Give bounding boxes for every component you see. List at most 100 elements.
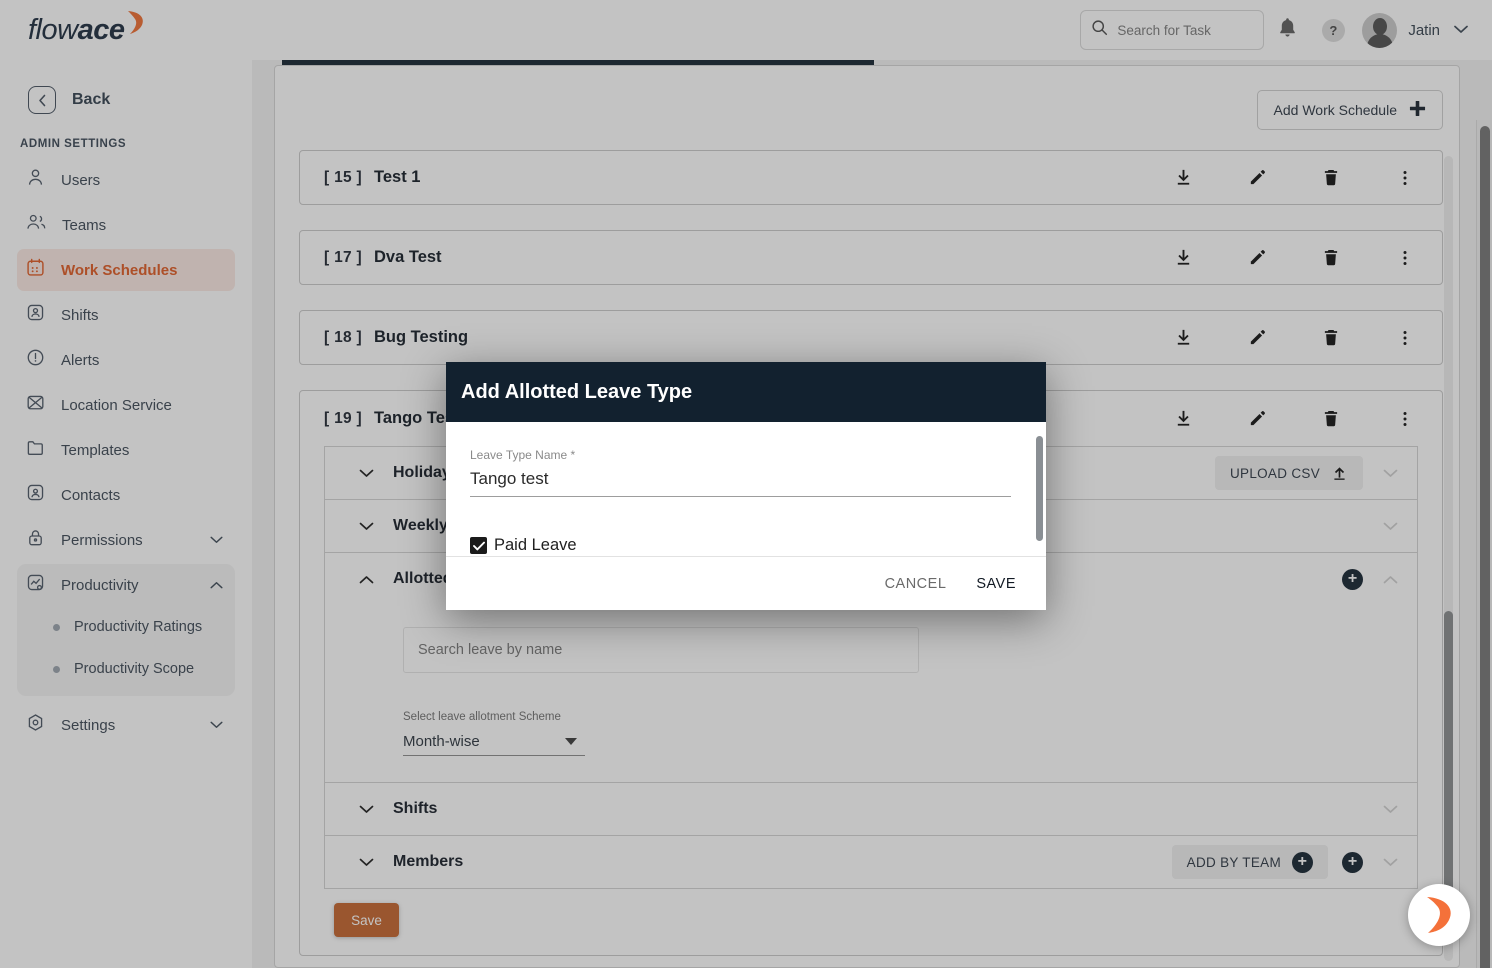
app-logo[interactable]: flowace [0, 9, 252, 51]
sidebar-item-location-service[interactable]: Location Service [17, 384, 235, 426]
upload-csv-button[interactable]: UPLOAD CSV [1214, 456, 1363, 490]
edit-icon[interactable] [1220, 248, 1294, 267]
delete-icon[interactable] [1294, 168, 1368, 187]
productivity-icon [26, 573, 45, 597]
delete-icon[interactable] [1294, 409, 1368, 428]
lock-icon [26, 528, 45, 552]
sidebar-item-settings[interactable]: Settings [17, 704, 235, 746]
chevron-down-icon[interactable] [210, 716, 223, 734]
chevron-down-icon [359, 469, 385, 478]
calendar-icon [26, 258, 45, 282]
leave-type-name-input[interactable] [470, 469, 1011, 497]
search-icon [1091, 19, 1108, 41]
sidebar-item-label: Permissions [61, 531, 143, 549]
row-actions [1146, 248, 1442, 268]
edit-icon[interactable] [1220, 168, 1294, 187]
download-icon[interactable] [1146, 168, 1220, 187]
add-member-button[interactable]: + [1342, 851, 1363, 873]
accordion-header[interactable]: Shifts [325, 783, 1417, 835]
upload-icon [1331, 463, 1348, 483]
accordion-actions: UPLOAD CSV [1214, 456, 1403, 490]
sidebar-subitem-label: Productivity Ratings [74, 619, 203, 635]
download-icon[interactable] [1146, 328, 1220, 347]
more-icon[interactable] [1368, 168, 1442, 188]
sidebar-item-label: Shifts [61, 306, 99, 324]
save-button[interactable]: Save [334, 903, 399, 937]
page-scrollbar-thumb[interactable] [1480, 126, 1490, 968]
table-row[interactable]: [ 15 ] Test 1 [299, 150, 1443, 205]
sidebar-item-productivity-scope[interactable]: Productivity Scope [17, 648, 235, 690]
users-icon [26, 213, 46, 237]
chevron-down-icon[interactable] [1377, 805, 1403, 814]
delete-icon[interactable] [1294, 248, 1368, 267]
chevron-down-icon [359, 805, 385, 814]
accordion-actions: + [1342, 568, 1403, 590]
sidebar-item-teams[interactable]: Teams [17, 204, 235, 246]
paid-leave-checkbox[interactable] [470, 537, 487, 554]
dropdown-arrow-icon [565, 733, 577, 751]
sidebar-item-work-schedules[interactable]: Work Schedules [17, 249, 235, 291]
add-work-schedule-button[interactable]: Add Work Schedule [1256, 90, 1443, 130]
chevron-down-icon[interactable] [210, 531, 223, 549]
download-icon[interactable] [1146, 409, 1220, 428]
chevron-up-icon[interactable] [210, 576, 223, 594]
search-input[interactable] [1117, 22, 1248, 38]
edit-icon[interactable] [1220, 409, 1294, 428]
paid-leave-row[interactable]: Paid Leave [470, 536, 1018, 555]
scheme-select[interactable]: Month-wise [403, 728, 585, 756]
sidebar-item-templates[interactable]: Templates [17, 429, 235, 471]
page-scrollbar-track[interactable] [1476, 120, 1492, 968]
chevron-down-icon [359, 858, 385, 867]
avatar[interactable] [1362, 12, 1398, 48]
sidebar-item-productivity-ratings[interactable]: Productivity Ratings [17, 606, 235, 648]
sidebar-item-alerts[interactable]: Alerts [17, 339, 235, 381]
add-allotted-leave-type-dialog: Add Allotted Leave Type Leave Type Name … [446, 362, 1046, 610]
top-bar-right: ? Jatin [1080, 10, 1492, 50]
user-menu-chevron-down-icon[interactable] [1454, 21, 1468, 39]
download-icon[interactable] [1146, 248, 1220, 267]
sidebar-item-permissions[interactable]: Permissions [17, 519, 235, 561]
leave-search-input[interactable] [403, 627, 919, 673]
schedule-id: [ 18 ] [324, 328, 362, 346]
add-allotted-leave-button[interactable]: + [1342, 568, 1363, 590]
delete-icon[interactable] [1294, 328, 1368, 347]
sidebar-item-label: Templates [61, 441, 130, 459]
paid-leave-label: Paid Leave [494, 536, 577, 554]
flowace-widget-button[interactable] [1408, 884, 1470, 946]
schedule-name: Dva Test [373, 248, 442, 266]
search-box[interactable] [1080, 10, 1265, 50]
allotted-leaves-body: Select leave allotment Scheme Month-wise [325, 605, 1417, 782]
bullet-icon [53, 665, 60, 673]
chevron-down-icon[interactable] [1377, 522, 1403, 531]
sidebar-item-productivity[interactable]: Productivity [17, 564, 235, 606]
edit-icon[interactable] [1220, 328, 1294, 347]
table-row[interactable]: [ 17 ] Dva Test [299, 230, 1443, 285]
sidebar-item-label: Alerts [61, 351, 100, 369]
help-button[interactable]: ? [1310, 18, 1356, 42]
back-button[interactable]: Back [0, 80, 252, 120]
dialog-scrollbar-thumb[interactable] [1036, 436, 1043, 541]
add-by-team-button[interactable]: ADD BY TEAM + [1171, 845, 1328, 879]
chevron-down-icon [359, 522, 385, 531]
table-row[interactable]: [ 18 ] Bug Testing [299, 310, 1443, 365]
more-icon[interactable] [1368, 328, 1442, 348]
sidebar-item-contacts[interactable]: Contacts [17, 474, 235, 516]
more-icon[interactable] [1368, 409, 1442, 429]
chevron-down-icon[interactable] [1377, 469, 1403, 478]
save-button[interactable]: SAVE [976, 576, 1016, 592]
accordion-title: Shifts [393, 800, 438, 817]
more-icon[interactable] [1368, 248, 1442, 268]
cancel-button[interactable]: CANCEL [885, 576, 947, 592]
logo-ace-text: ace [77, 13, 125, 46]
accordion-shifts: Shifts [324, 783, 1418, 836]
sidebar-item-shifts[interactable]: Shifts [17, 294, 235, 336]
accordion-actions [1377, 522, 1403, 531]
alert-icon [26, 348, 45, 372]
sidebar-item-users[interactable]: Users [17, 159, 235, 201]
chevron-down-icon[interactable] [1377, 858, 1403, 867]
gear-icon [26, 713, 45, 737]
chevron-up-icon[interactable] [1377, 575, 1403, 584]
accordion-header[interactable]: Members ADD BY TEAM + + [325, 836, 1417, 888]
notifications-button[interactable] [1264, 17, 1310, 43]
card-scrollbar-track[interactable] [1444, 156, 1453, 961]
